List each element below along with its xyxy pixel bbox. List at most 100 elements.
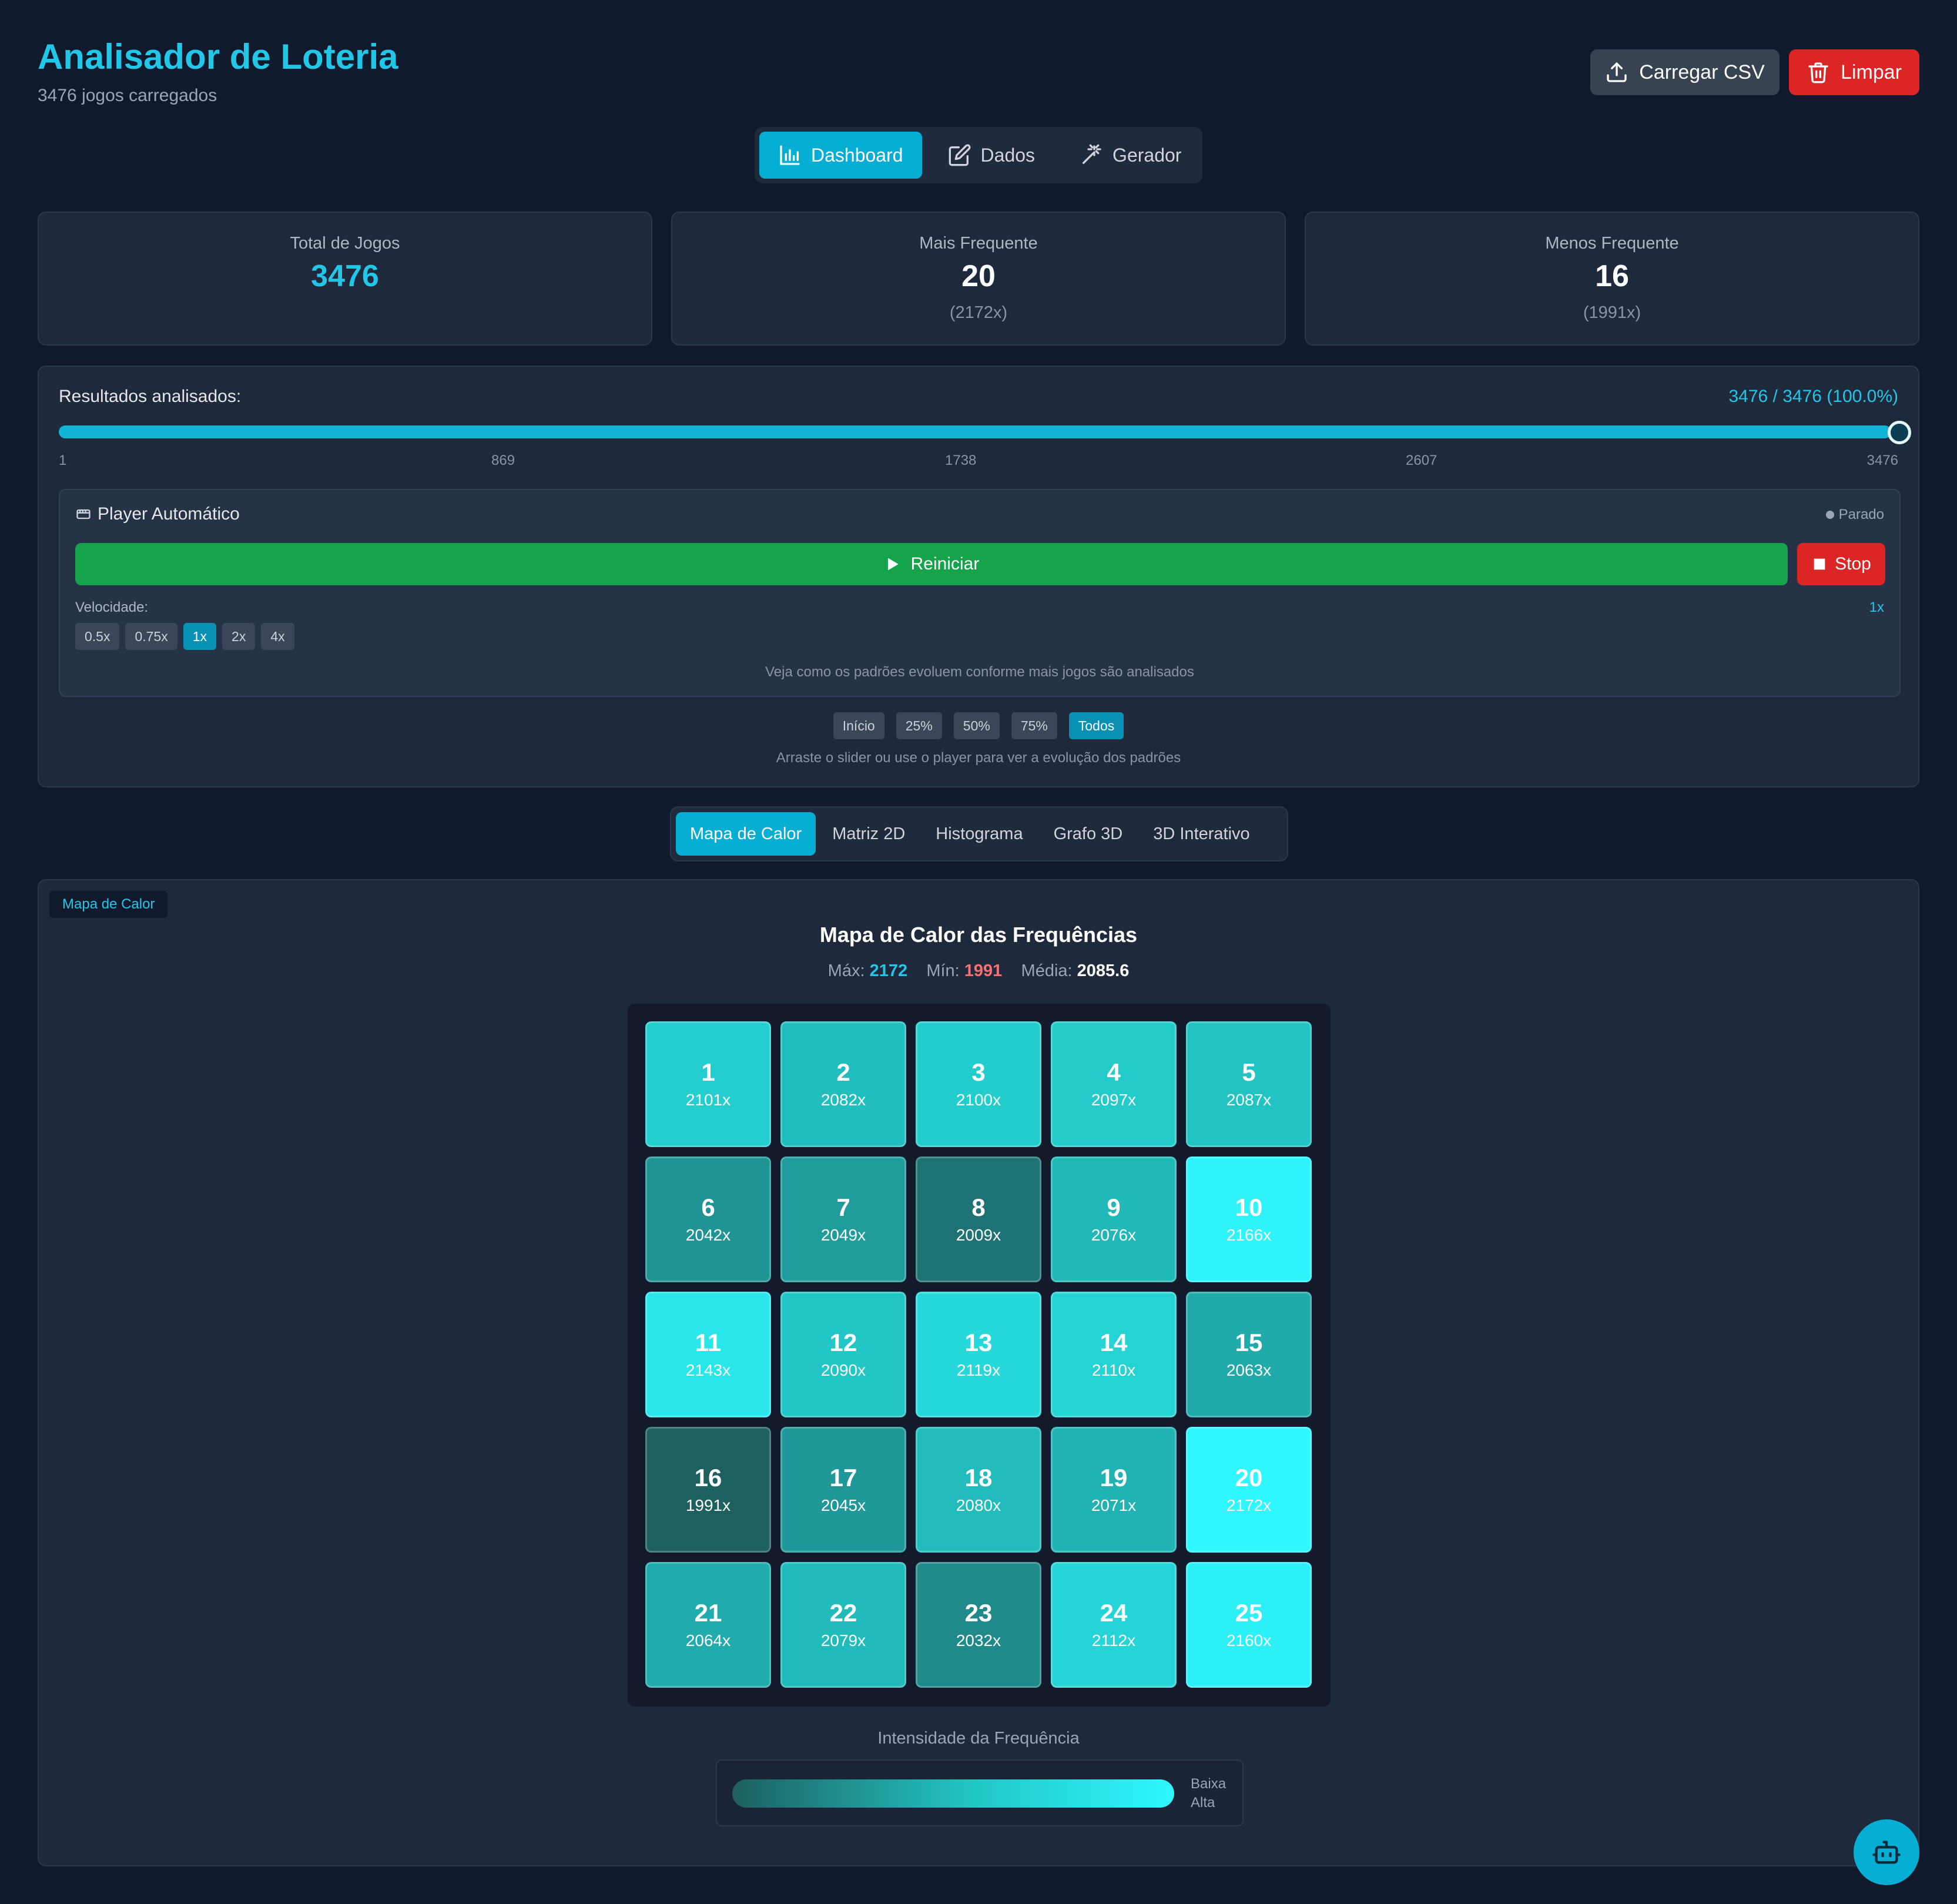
cell-number: 16 (694, 1463, 722, 1491)
cell-number: 24 (1100, 1598, 1128, 1627)
heatmap-cell[interactable]: 24 2112x (1051, 1562, 1177, 1688)
nav-generator[interactable]: Gerador (1061, 132, 1200, 179)
preset-25[interactable]: 25% (896, 712, 942, 739)
cell-number: 25 (1235, 1598, 1263, 1627)
cell-number: 4 (1107, 1058, 1121, 1086)
preset-50[interactable]: 50% (953, 712, 1000, 739)
speed-options: 0.5x 0.75x 1x 2x 4x (75, 623, 294, 650)
heatmap-cell[interactable]: 3 2100x (916, 1021, 1041, 1147)
nav-data[interactable]: Dados (929, 132, 1054, 179)
speed-option-1x[interactable]: 1x (183, 623, 217, 650)
legend-high-label: Alta (1191, 1795, 1215, 1811)
nav-dashboard-label: Dashboard (811, 144, 903, 166)
heatmap-cell[interactable]: 18 2080x (916, 1427, 1041, 1553)
heatmap-cell[interactable]: 2 2082x (780, 1021, 906, 1147)
bar-chart-icon (780, 145, 800, 165)
tab-interactive-3d[interactable]: 3D Interativo (1139, 812, 1264, 856)
cell-frequency: 1991x (685, 1496, 731, 1515)
heatmap-cell[interactable]: 22 2079x (780, 1562, 906, 1688)
cell-number: 9 (1107, 1193, 1121, 1221)
upload-csv-label: Carregar CSV (1639, 61, 1765, 83)
stop-icon (1814, 558, 1825, 570)
cell-number: 3 (971, 1058, 986, 1086)
speed-option-0.75x[interactable]: 0.75x (125, 623, 177, 650)
player-status-text: Parado (1838, 507, 1884, 522)
nav-generator-label: Gerador (1112, 144, 1182, 166)
avg-value: 2085.6 (1077, 961, 1130, 980)
tab-histogram[interactable]: Histograma (921, 812, 1037, 856)
heatmap-cell[interactable]: 8 2009x (916, 1157, 1041, 1282)
preset-start[interactable]: Início (833, 712, 884, 739)
player-status: Parado (1825, 507, 1884, 523)
heatmap-cell[interactable]: 14 2110x (1051, 1292, 1177, 1417)
heatmap-cell[interactable]: 25 2160x (1186, 1562, 1312, 1688)
stat-total-label: Total de Jogos (290, 234, 400, 253)
cell-number: 7 (836, 1193, 850, 1221)
heatmap-cell[interactable]: 17 2045x (780, 1427, 906, 1553)
stat-least-label: Menos Frequente (1545, 234, 1679, 253)
assistant-button[interactable] (1854, 1819, 1919, 1885)
slider-tick: 1738 (945, 452, 977, 468)
stat-total-value: 3476 (311, 259, 379, 293)
tab-matrix-2d[interactable]: Matriz 2D (818, 812, 919, 856)
cell-number: 13 (964, 1328, 993, 1356)
auto-player: Player Automático Parado Reiniciar Stop … (59, 489, 1901, 697)
heatmap-cell[interactable]: 12 2090x (780, 1292, 906, 1417)
clear-button[interactable]: Limpar (1789, 49, 1919, 95)
panel-hint: Arraste o slider ou use o player para ve… (776, 750, 1181, 766)
cell-frequency: 2045x (820, 1496, 866, 1515)
preset-buttons: Início 25% 50% 75% Todos (39, 712, 1918, 739)
heatmap-grid: 1 2101x 2 2082x 3 2100x 4 2097x 5 2087x 6 2042x 7 204… (628, 1004, 1331, 1707)
heatmap-cell[interactable]: 7 2049x (780, 1157, 906, 1282)
stat-least-value: 16 (1595, 259, 1629, 293)
heatmap-cell[interactable]: 4 2097x (1051, 1021, 1177, 1147)
heatmap-cell[interactable]: 19 2071x (1051, 1427, 1177, 1553)
cell-number: 12 (829, 1328, 857, 1356)
heatmap-cell[interactable]: 15 2063x (1186, 1292, 1312, 1417)
stat-most-count: (2172x) (949, 303, 1008, 322)
heatmap-cell[interactable]: 6 2042x (645, 1157, 771, 1282)
legend-title: Intensidade da Frequência (877, 1729, 1080, 1748)
speed-option-2x[interactable]: 2x (222, 623, 256, 650)
player-title: Player Automático (75, 504, 240, 524)
heatmap-cell[interactable]: 20 2172x (1186, 1427, 1312, 1553)
heatmap-cell[interactable]: 13 2119x (916, 1292, 1041, 1417)
stop-button[interactable]: Stop (1797, 543, 1885, 585)
tab-graph-3d[interactable]: Grafo 3D (1040, 812, 1137, 856)
preset-all[interactable]: Todos (1068, 712, 1124, 739)
heatmap-cell[interactable]: 10 2166x (1186, 1157, 1312, 1282)
results-slider-track[interactable] (59, 425, 1891, 438)
cell-number: 1 (701, 1058, 715, 1086)
heatmap-cell[interactable]: 5 2087x (1186, 1021, 1312, 1147)
cell-frequency: 2160x (1226, 1631, 1272, 1650)
heatmap-cell[interactable]: 21 2064x (645, 1562, 771, 1688)
restart-button[interactable]: Reiniciar (75, 543, 1788, 585)
heatmap-cell[interactable]: 1 2101x (645, 1021, 771, 1147)
cell-number: 8 (971, 1193, 986, 1221)
heatmap-stats: Máx: 2172 Mín: 1991 Média: 2085.6 (39, 961, 1918, 981)
cell-frequency: 2079x (820, 1631, 866, 1650)
upload-csv-button[interactable]: Carregar CSV (1590, 49, 1780, 95)
max-label: Máx: (827, 961, 865, 980)
speed-option-4x[interactable]: 4x (261, 623, 294, 650)
cell-frequency: 2143x (685, 1361, 731, 1380)
cell-number: 19 (1100, 1463, 1128, 1491)
heatmap-legend: Baixa Alta (716, 1759, 1244, 1826)
results-slider-thumb[interactable] (1888, 421, 1911, 444)
cell-frequency: 2172x (1226, 1496, 1272, 1515)
speed-option-0.5x[interactable]: 0.5x (75, 623, 120, 650)
heatmap-cell[interactable]: 23 2032x (916, 1562, 1041, 1688)
film-icon (76, 509, 91, 519)
edit-icon (949, 144, 971, 166)
nav-dashboard[interactable]: Dashboard (759, 132, 922, 179)
cell-number: 5 (1242, 1058, 1256, 1086)
heatmap-cell[interactable]: 9 2076x (1051, 1157, 1177, 1282)
cell-frequency: 2049x (820, 1226, 866, 1245)
viz-tabs: Mapa de Calor Matriz 2D Histograma Grafo… (670, 806, 1288, 862)
cell-number: 2 (836, 1058, 850, 1086)
heatmap-cell[interactable]: 11 2143x (645, 1292, 771, 1417)
heatmap-cell[interactable]: 16 1991x (645, 1427, 771, 1553)
tab-heatmap[interactable]: Mapa de Calor (676, 812, 816, 856)
cell-frequency: 2042x (685, 1226, 731, 1245)
preset-75[interactable]: 75% (1011, 712, 1057, 739)
